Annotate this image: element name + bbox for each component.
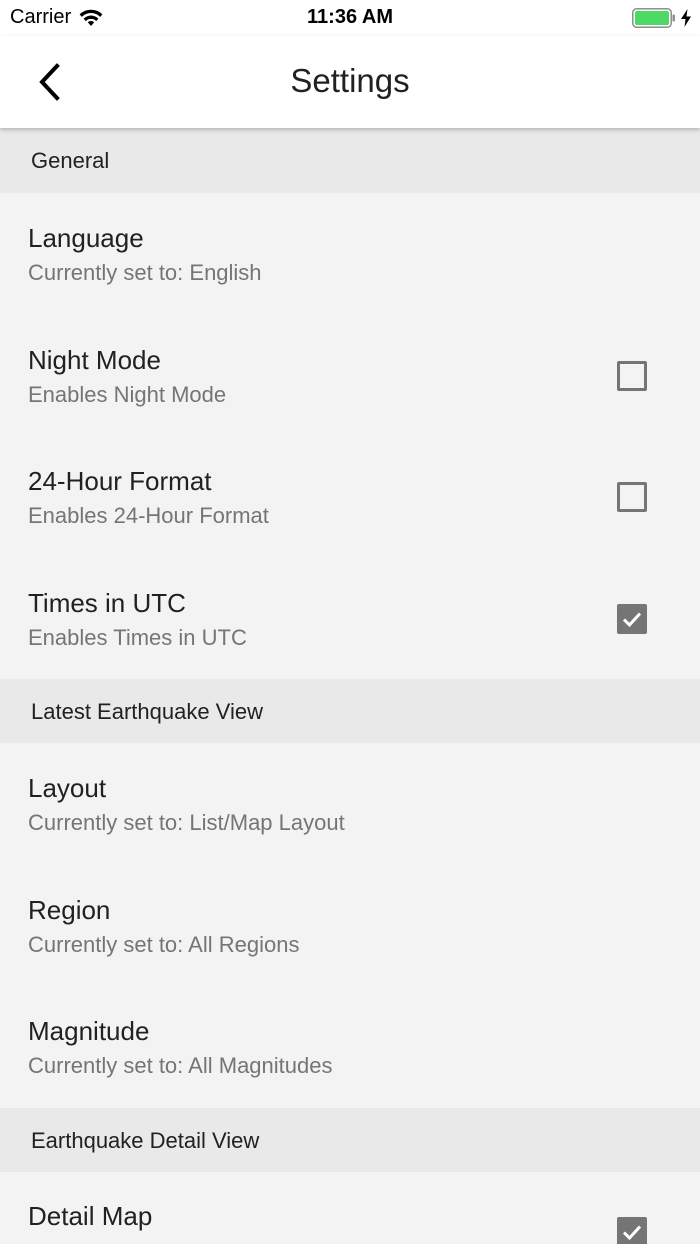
status-bar: Carrier 11:36 AM xyxy=(0,0,700,36)
settings-list[interactable]: General Language Currently set to: Engli… xyxy=(0,128,700,1244)
24-hour-format-checkbox[interactable] xyxy=(617,482,647,512)
times-in-utc-checkbox[interactable] xyxy=(617,603,647,634)
setting-title: Layout xyxy=(28,773,107,803)
checkmark-icon xyxy=(622,1224,642,1240)
setting-subtitle: Enables Times in UTC xyxy=(28,624,247,650)
section-general: General Language Currently set to: Engli… xyxy=(0,128,700,679)
setting-subtitle: Currently set to: English xyxy=(28,260,262,285)
setting-row-detail-map[interactable]: Detail Map xyxy=(0,1172,700,1244)
status-time: 11:36 AM xyxy=(307,6,393,28)
battery-icon xyxy=(632,8,676,28)
status-right xyxy=(632,8,692,28)
setting-title: Magnitude xyxy=(28,1016,150,1046)
setting-title: Detail Map xyxy=(28,1200,153,1231)
section-header-latest-earthquake-view: Latest Earthquake View xyxy=(0,679,700,743)
setting-title: Times in UTC xyxy=(28,587,186,618)
page-title: Settings xyxy=(290,62,410,99)
setting-row-layout[interactable]: Layout Currently set to: List/Map Layout xyxy=(0,743,700,865)
section-earthquake-detail-view: Earthquake Detail View Detail Map xyxy=(0,1107,700,1244)
setting-row-region[interactable]: Region Currently set to: All Regions xyxy=(0,865,700,987)
setting-subtitle: Currently set to: All Regions xyxy=(28,931,300,957)
setting-title: Region xyxy=(28,894,111,925)
section-latest-earthquake-view: Latest Earthquake View Layout Currently … xyxy=(0,679,700,1108)
charging-bolt-icon xyxy=(680,9,692,27)
setting-row-night-mode[interactable]: Night Mode Enables Night Mode xyxy=(0,315,700,437)
setting-subtitle: Currently set to: All Magnitudes xyxy=(28,1053,333,1078)
detail-map-checkbox[interactable] xyxy=(617,1216,647,1244)
setting-row-magnitude[interactable]: Magnitude Currently set to: All Magnitud… xyxy=(0,986,700,1108)
section-header-earthquake-detail-view: Earthquake Detail View xyxy=(0,1107,700,1172)
section-header-general: General xyxy=(0,128,700,193)
checkmark-icon xyxy=(622,611,642,627)
setting-row-times-in-utc[interactable]: Times in UTC Enables Times in UTC xyxy=(0,558,700,680)
night-mode-checkbox[interactable] xyxy=(617,360,647,391)
navigation-bar: Settings xyxy=(0,36,700,128)
setting-title: 24-Hour Format xyxy=(28,466,212,496)
setting-subtitle: Enables Night Mode xyxy=(28,381,227,407)
setting-row-language[interactable]: Language Currently set to: English xyxy=(0,193,700,315)
setting-row-24-hour-format[interactable]: 24-Hour Format Enables 24-Hour Format xyxy=(0,436,700,558)
setting-title: Language xyxy=(28,223,144,253)
setting-subtitle: Enables 24-Hour Format xyxy=(28,503,269,528)
setting-title: Night Mode xyxy=(28,344,161,375)
setting-subtitle: Currently set to: List/Map Layout xyxy=(28,810,345,835)
